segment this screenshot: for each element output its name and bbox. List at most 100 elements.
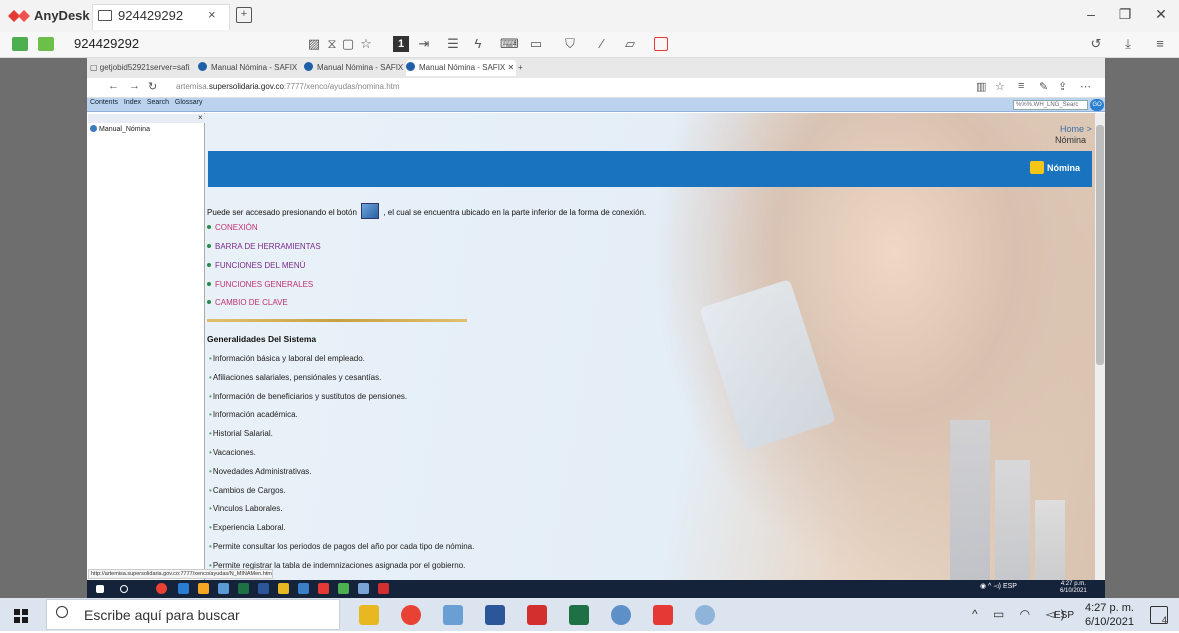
anydesk-logo-icon [8,10,30,22]
glossary-button[interactable]: Glossary [175,99,203,106]
acrobat-icon[interactable] [378,583,389,594]
file-transfer-icon[interactable]: ⇥ [416,36,432,52]
word-icon[interactable] [258,583,269,594]
pen-icon[interactable]: ∕ [594,36,610,52]
app-icon[interactable] [298,583,309,594]
scrollbar-thumb[interactable] [1096,125,1104,365]
app-icon[interactable] [338,583,349,594]
record-icon[interactable] [654,37,668,51]
chat-bubble-icon[interactable]: ☰ [445,36,461,52]
link-funciones-generales[interactable]: FUNCIONES GENERALES [207,280,313,289]
chat-icon[interactable]: ▨ [306,36,322,52]
browser-tab[interactable]: Manual Nómina - SAFIX [304,60,404,76]
display-icon[interactable]: ▭ [528,36,544,52]
arrow-icon [1030,161,1044,174]
go-button[interactable]: GO [1090,99,1104,111]
globe-icon [304,62,313,71]
search-button[interactable]: Search [147,99,169,106]
toc-pane-header [88,114,205,123]
keyboard-icon[interactable]: ⌨ [500,36,519,52]
monitor-select-button[interactable]: 1 [393,36,409,52]
share-icon[interactable]: ⇪ [1058,80,1067,93]
reading-view-icon[interactable]: ▥ [976,80,986,93]
more-icon[interactable]: ⋯ [1080,80,1091,93]
new-browser-tab-icon[interactable]: + [518,60,530,76]
page-title: Nómina [1047,163,1081,173]
menu-icon[interactable]: ≡ [1152,36,1168,52]
background-building [950,420,990,580]
browser-tab[interactable]: Manual Nómina - SAFIX [198,60,308,76]
app-icon[interactable] [443,605,463,625]
folder-icon[interactable] [278,583,289,594]
browser-tab[interactable]: ▢ getjobid52921server=safix [90,60,190,76]
contents-button[interactable]: Contents [90,99,118,106]
toc-item[interactable]: Manual_Nómina [90,125,150,133]
restore-icon[interactable]: ❐ [1110,6,1140,23]
actions-lightning-icon[interactable]: ϟ [470,36,486,52]
language-indicator[interactable]: ESP [1054,610,1074,621]
remote-clock: 4:27 p.m. 6/10/2021 [1060,581,1087,594]
breadcrumb-current: Nómina [1055,135,1087,145]
acrobat-icon[interactable] [527,605,547,625]
app-icon[interactable] [611,605,631,625]
hourglass-icon[interactable]: ⧖ [324,36,340,52]
link-conexion[interactable]: CONEXIÓN [207,223,258,232]
app-icon[interactable] [218,583,229,594]
anydesk-icon[interactable] [653,605,673,625]
anydesk-icon[interactable] [318,583,329,594]
chrome-icon[interactable] [401,605,421,625]
refresh-icon[interactable]: ↻ [148,80,157,93]
lock-icon[interactable]: ▢ [340,36,356,52]
paint-icon[interactable] [695,605,715,625]
chrome-icon[interactable] [156,583,167,594]
connect-button-image-icon[interactable] [361,203,380,219]
status-bar-url: http://artemisa.supersolidaria.gov.co:77… [88,569,273,579]
remote-search-icon[interactable] [120,585,128,593]
excel-icon[interactable] [238,583,249,594]
minimize-icon[interactable]: – [1076,6,1106,22]
notes-icon[interactable]: ✎ [1039,80,1048,93]
page-header-band [208,151,1092,187]
permission-icon[interactable] [38,37,54,51]
monitor-icon [98,10,112,21]
remote-address[interactable]: 924429292 [74,36,139,51]
connection-status-icon[interactable] [12,37,28,51]
history-icon[interactable]: ↺ [1088,36,1104,52]
favorite-star-icon[interactable]: ☆ [358,36,374,52]
close-window-icon[interactable]: ✕ [1146,6,1176,23]
list-item: •Vinculos Laborales. [209,504,283,513]
hub-icon[interactable]: ≡ [1018,80,1024,92]
back-icon[interactable]: ← [108,80,119,92]
whiteboard-icon[interactable]: ▱ [622,36,638,52]
shield-icon[interactable]: ⛉ [562,36,578,52]
toc-pane [87,113,205,580]
word-icon[interactable] [485,605,505,625]
close-tab-icon[interactable]: × [208,7,216,22]
index-button[interactable]: Index [124,99,141,106]
download-icon[interactable]: ⤓ [1120,36,1136,52]
windows-start-icon[interactable] [14,609,28,623]
favorite-icon[interactable]: ☆ [995,80,1005,93]
link-barra-herramientas[interactable]: BARRA DE HERRAMIENTAS [207,242,321,251]
close-pane-icon[interactable]: × [198,113,203,122]
background-building [1035,500,1065,580]
forward-icon[interactable]: → [129,80,140,92]
file-explorer-icon[interactable] [359,605,379,625]
list-item: •Novedades Administrativas. [209,467,312,476]
taskbar-search-placeholder[interactable]: Escribe aquí para buscar [84,607,240,623]
new-tab-icon[interactable]: + [236,7,252,23]
excel-icon[interactable] [569,605,589,625]
remote-start-icon[interactable] [96,585,104,593]
help-search-input[interactable]: %%%.WH_LNG_Searc [1013,100,1088,110]
clock[interactable]: 4:27 p. m. 6/10/2021 [1085,601,1134,629]
edge-icon[interactable] [178,583,189,594]
firefox-icon[interactable] [198,583,209,594]
app-icon[interactable] [358,583,369,594]
link-cambio-clave[interactable]: CAMBIO DE CLAVE [207,298,288,307]
link-funciones-menu[interactable]: FUNCIONES DEL MENÚ [207,261,305,270]
breadcrumb-home-link[interactable]: Home > [1060,124,1092,134]
address-bar[interactable]: artemisa.supersolidaria.gov.co:7777/xenc… [176,82,400,91]
browser-tab-active[interactable]: Manual Nómina - SAFIX ✕ [406,60,516,76]
anydesk-tab-label: 924429292 [118,8,184,23]
notifications-icon[interactable]: 4 [1150,606,1168,625]
